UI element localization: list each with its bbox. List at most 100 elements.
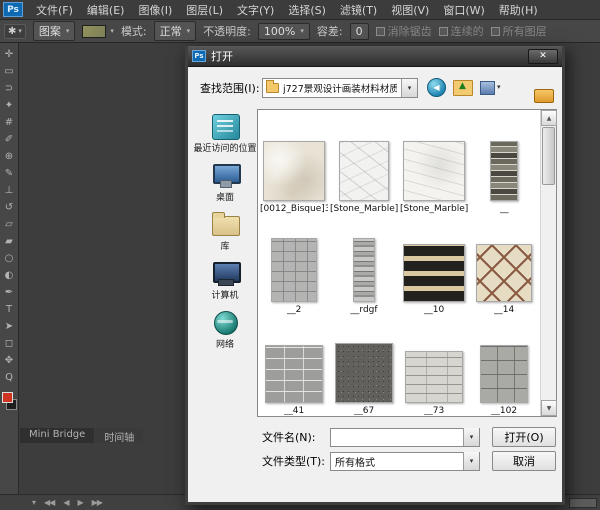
file-item[interactable]: __41 xyxy=(259,316,329,415)
contiguous-checkbox[interactable]: 连续的 xyxy=(439,23,484,39)
dialog-titlebar[interactable]: Ps 打开 ✕ xyxy=(188,46,562,67)
antialias-checkbox[interactable]: 消除锯齿 xyxy=(376,23,432,39)
file-thumbnail[interactable] xyxy=(353,238,375,302)
path-selection-tool[interactable]: ➤ xyxy=(1,318,18,335)
menu-item-4[interactable]: 文字(Y) xyxy=(230,0,281,19)
hand-tool[interactable]: ✥ xyxy=(1,352,18,369)
up-one-level-button[interactable]: ▲ xyxy=(453,80,473,96)
menu-item-2[interactable]: 图像(I) xyxy=(131,0,179,19)
chevron-down-icon[interactable]: ▾ xyxy=(463,428,479,446)
foreground-color-swatch[interactable] xyxy=(2,392,13,403)
file-thumbnail[interactable] xyxy=(490,141,518,201)
filename-input[interactable] xyxy=(331,430,463,445)
zoom-tool[interactable]: Q xyxy=(1,369,18,386)
filename-combo[interactable]: ▾ xyxy=(330,428,480,447)
new-folder-button[interactable] xyxy=(534,89,554,103)
blur-tool[interactable]: ○ xyxy=(1,250,18,267)
place-item-2[interactable]: 库 xyxy=(190,211,260,252)
file-item[interactable]: __14 xyxy=(469,215,539,316)
menu-item-5[interactable]: 选择(S) xyxy=(281,0,333,19)
prev-frame-icon[interactable]: ◀ xyxy=(63,498,68,507)
open-button[interactable]: 打开(O) xyxy=(492,427,556,447)
file-item[interactable]: __ xyxy=(469,114,539,215)
chevron-down-icon[interactable]: ▾ xyxy=(401,79,417,97)
opacity-dropdown[interactable]: 100% ▾ xyxy=(258,23,310,40)
look-in-dropdown[interactable]: j727景观设计画装材料材质贴图 ▾ xyxy=(262,78,418,98)
eyedropper-tool[interactable]: ✐ xyxy=(1,131,18,148)
file-thumbnail[interactable] xyxy=(263,141,325,201)
close-button[interactable]: ✕ xyxy=(528,49,558,64)
view-menu-button[interactable]: ▾ xyxy=(480,81,501,95)
dodge-tool[interactable]: ◐ xyxy=(1,267,18,284)
mode-dropdown[interactable]: 正常 ▾ xyxy=(154,21,197,41)
next-frame-icon[interactable]: ▶▶ xyxy=(92,498,102,507)
menu-item-7[interactable]: 视图(V) xyxy=(384,0,436,19)
file-item[interactable]: __67 xyxy=(329,316,399,415)
menu-item-1[interactable]: 编辑(E) xyxy=(80,0,132,19)
network-icon xyxy=(210,309,240,336)
file-item[interactable]: [0012_Bisque]3... xyxy=(259,114,329,215)
back-button[interactable]: ◀ xyxy=(427,78,446,97)
horizontal-scrollbar[interactable] xyxy=(569,498,597,508)
file-thumbnail[interactable] xyxy=(271,238,317,302)
shape-tool[interactable]: ◻ xyxy=(1,335,18,352)
all-layers-checkbox[interactable]: 所有图层 xyxy=(491,23,547,39)
file-thumbnail[interactable] xyxy=(403,244,465,302)
menu-item-6[interactable]: 滤镜(T) xyxy=(333,0,384,19)
menu-item-0[interactable]: 文件(F) xyxy=(29,0,80,19)
file-item[interactable]: __102 xyxy=(469,316,539,415)
place-item-0[interactable]: 最近访问的位置 xyxy=(190,113,260,154)
file-item[interactable]: __73 xyxy=(399,316,469,415)
chevron-down-icon: ▾ xyxy=(66,28,70,35)
timeline-menu-icon[interactable]: ▾ xyxy=(32,498,35,507)
file-thumbnail[interactable] xyxy=(476,244,532,302)
history-brush-tool[interactable]: ↺ xyxy=(1,199,18,216)
photoshop-icon: Ps xyxy=(192,50,206,62)
quick-selection-tool[interactable]: ✦ xyxy=(1,97,18,114)
play-icon[interactable]: ▶ xyxy=(77,498,82,507)
tab-mini-bridge[interactable]: Mini Bridge xyxy=(20,428,94,443)
eraser-tool[interactable]: ▱ xyxy=(1,216,18,233)
file-list-scrollbar[interactable]: ▲ ▼ xyxy=(540,110,556,416)
tab-timeline[interactable]: 时间轴 xyxy=(95,428,143,443)
brush-tool[interactable]: ✎ xyxy=(1,165,18,182)
filetype-dropdown[interactable]: 所有格式 ▾ xyxy=(330,452,480,471)
place-item-1[interactable]: 桌面 xyxy=(190,162,260,203)
scroll-up-icon[interactable]: ▲ xyxy=(541,110,557,126)
place-item-4[interactable]: 网络 xyxy=(190,309,260,350)
healing-brush-tool[interactable]: ⊕ xyxy=(1,148,18,165)
tool-options-bar: ✱ ▾ 图案 ▾ ▾ 模式: 正常 ▾ 不透明度: 100% ▾ 容差: 0 消… xyxy=(0,20,600,43)
file-thumbnail[interactable] xyxy=(339,141,389,201)
cancel-button[interactable]: 取消 xyxy=(492,451,556,471)
file-item[interactable]: __10 xyxy=(399,215,469,316)
pen-tool[interactable]: ✒ xyxy=(1,284,18,301)
file-item[interactable]: __2 xyxy=(259,215,329,316)
pattern-swatch[interactable] xyxy=(82,25,106,38)
tool-preset-picker[interactable]: ✱ ▾ xyxy=(4,24,26,39)
scroll-down-icon[interactable]: ▼ xyxy=(541,400,557,416)
file-item[interactable]: __rdgf xyxy=(329,215,399,316)
tolerance-input[interactable]: 0 xyxy=(350,23,369,40)
move-tool[interactable]: ✛ xyxy=(1,46,18,63)
clone-stamp-tool[interactable]: ⊥ xyxy=(1,182,18,199)
chevron-down-icon[interactable]: ▾ xyxy=(463,452,479,470)
crop-tool[interactable]: # xyxy=(1,114,18,131)
file-item[interactable]: [Stone_Marble]1 xyxy=(329,114,399,215)
scrollbar-thumb[interactable] xyxy=(542,127,555,185)
file-item[interactable]: [Stone_Marble]... xyxy=(399,114,469,215)
gradient-tool[interactable]: ▰ xyxy=(1,233,18,250)
file-thumbnail[interactable] xyxy=(403,141,465,201)
pattern-source-dropdown[interactable]: 图案 ▾ xyxy=(33,21,76,41)
menu-item-8[interactable]: 窗口(W) xyxy=(436,0,491,19)
place-item-3[interactable]: 计算机 xyxy=(190,260,260,301)
menu-item-3[interactable]: 图层(L) xyxy=(179,0,230,19)
file-thumbnail[interactable] xyxy=(480,345,528,403)
file-thumbnail[interactable] xyxy=(335,343,393,403)
file-thumbnail[interactable] xyxy=(405,351,463,403)
menu-item-9[interactable]: 帮助(H) xyxy=(492,0,545,19)
first-frame-icon[interactable]: ◀◀ xyxy=(44,498,54,507)
type-tool[interactable]: T xyxy=(1,301,18,318)
file-thumbnail[interactable] xyxy=(265,345,323,403)
lasso-tool[interactable]: ⊃ xyxy=(1,80,18,97)
marquee-tool[interactable]: ▭ xyxy=(1,63,18,80)
